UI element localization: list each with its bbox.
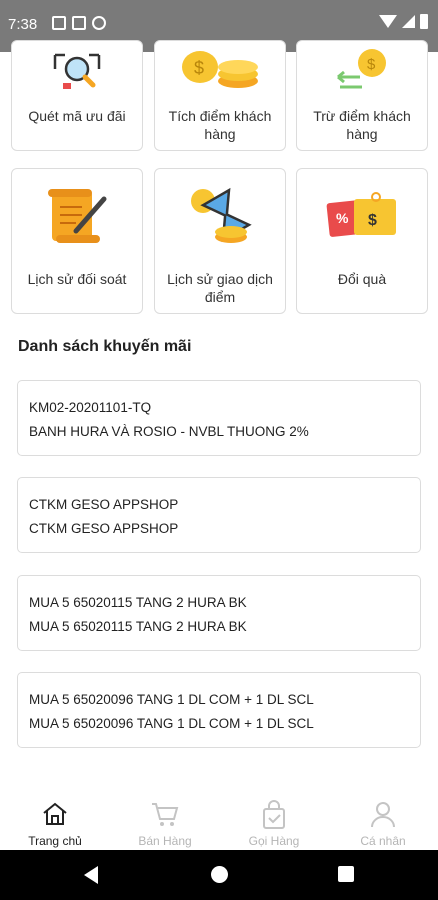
home-icon bbox=[43, 802, 67, 825]
promo-code: KM02-20201101-TQ bbox=[29, 400, 152, 415]
battery-icon bbox=[420, 14, 428, 29]
nav-label: Bán Hàng bbox=[138, 834, 192, 848]
cart-icon bbox=[152, 803, 179, 826]
qr-scan-icon bbox=[53, 53, 101, 89]
svg-text:$: $ bbox=[368, 212, 377, 229]
notification-icons bbox=[52, 16, 106, 30]
promo-card[interactable]: MUA 5 65020096 TANG 1 DL COM + 1 DL SCL … bbox=[17, 672, 421, 748]
feature-label: Lịch sử giao dịch điểm bbox=[167, 271, 273, 305]
promo-name: CTKM GESO APPSHOP bbox=[29, 521, 179, 536]
home-button-icon[interactable] bbox=[211, 866, 228, 883]
calendar-notification-icon bbox=[72, 16, 86, 30]
feature-label: Lịch sử đối soát bbox=[27, 271, 127, 287]
promotions-title: Danh sách khuyến mãi bbox=[18, 338, 192, 355]
promo-name: MUA 5 65020115 TANG 2 HURA BK bbox=[29, 619, 247, 634]
svg-text:$: $ bbox=[367, 56, 376, 73]
feature-label: Đổi quà bbox=[337, 271, 387, 287]
signal-icon bbox=[402, 15, 415, 28]
feature-scan-promo[interactable]: Quét mã ưu đãi bbox=[11, 40, 143, 151]
bottom-nav: Trang chủ Bán Hàng Gọi Hàng Cá nhân bbox=[0, 790, 438, 850]
system-nav-bar bbox=[0, 850, 438, 900]
person-icon bbox=[371, 802, 395, 828]
feature-deduct-points[interactable]: $ Trừ điểm khách hàng bbox=[296, 40, 428, 151]
feature-label: Trừ điểm khách hàng bbox=[313, 108, 411, 142]
nav-label: Trang chủ bbox=[28, 834, 82, 848]
hourglass-coins-icon bbox=[191, 187, 252, 243]
nav-order[interactable]: Gọi Hàng bbox=[219, 790, 329, 850]
promo-name: MUA 5 65020096 TANG 1 DL COM + 1 DL SCL bbox=[29, 716, 314, 731]
svg-text:%: % bbox=[336, 210, 349, 226]
status-time: 7:38 bbox=[8, 16, 38, 33]
coins-icon: $ bbox=[182, 51, 258, 88]
feature-reconcile-history[interactable]: Lịch sử đối soát bbox=[11, 168, 143, 314]
feature-points-transaction-history[interactable]: Lịch sử giao dịch điểm bbox=[154, 168, 286, 314]
svg-text:$: $ bbox=[194, 58, 204, 78]
sync-notification-icon bbox=[92, 16, 106, 30]
nav-sales[interactable]: Bán Hàng bbox=[110, 790, 220, 850]
wifi-icon bbox=[379, 15, 397, 28]
voucher-icon: % $ bbox=[326, 192, 396, 237]
image-notification-icon bbox=[52, 16, 66, 30]
promo-card[interactable]: KM02-20201101-TQ BANH HURA VÀ ROSIO - NV… bbox=[17, 380, 421, 456]
promo-code: CTKM GESO APPSHOP bbox=[29, 497, 179, 512]
promo-card[interactable]: CTKM GESO APPSHOP CTKM GESO APPSHOP bbox=[17, 477, 421, 553]
coin-exchange-icon: $ bbox=[337, 49, 386, 89]
promo-code: MUA 5 65020115 TANG 2 HURA BK bbox=[29, 595, 247, 610]
promo-name: BANH HURA VÀ ROSIO - NVBL THUONG 2% bbox=[29, 424, 309, 439]
nav-label: Cá nhân bbox=[360, 834, 406, 848]
shopping-bag-icon bbox=[263, 800, 285, 829]
feature-label: Quét mã ưu đãi bbox=[28, 108, 126, 124]
nav-home[interactable]: Trang chủ bbox=[0, 790, 110, 850]
recent-apps-icon[interactable] bbox=[338, 866, 354, 882]
feature-redeem-gift[interactable]: % $ Đổi quà bbox=[296, 168, 428, 314]
promo-code: MUA 5 65020096 TANG 1 DL COM + 1 DL SCL bbox=[29, 692, 314, 707]
scroll-pen-icon bbox=[48, 189, 107, 243]
feature-earn-points[interactable]: $ Tích điểm khách hàng bbox=[154, 40, 286, 151]
nav-label: Gọi Hàng bbox=[248, 834, 300, 848]
system-icons bbox=[379, 14, 428, 29]
nav-profile[interactable]: Cá nhân bbox=[328, 790, 438, 850]
feature-label: Tích điểm khách hàng bbox=[168, 108, 272, 142]
promo-card[interactable]: MUA 5 65020115 TANG 2 HURA BK MUA 5 6502… bbox=[17, 575, 421, 651]
back-icon[interactable] bbox=[84, 866, 98, 884]
